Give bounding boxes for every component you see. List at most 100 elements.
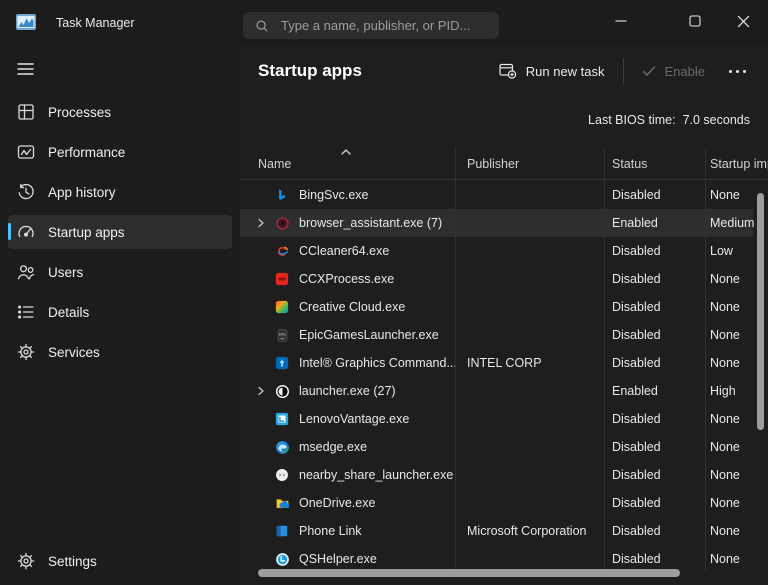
- sidebar-settings-wrap: Settings: [0, 544, 240, 584]
- vertical-scrollbar[interactable]: [757, 193, 764, 430]
- details-icon: [16, 302, 36, 322]
- cell-startup-impact: None: [705, 440, 768, 454]
- selected-indicator: [8, 223, 11, 240]
- launcher-icon: [274, 383, 290, 399]
- task-manager-logo-icon: [16, 14, 36, 30]
- sidebar-item-app-history[interactable]: App history: [8, 175, 232, 209]
- sidebar-nav: Processes Performance App history Startu…: [0, 95, 240, 375]
- search-icon: [255, 19, 269, 33]
- startup-apps-icon: [16, 222, 36, 242]
- cell-status: Disabled: [604, 552, 705, 566]
- creative-cloud-icon: [274, 299, 290, 315]
- cell-name: LenovoVantage.exe: [240, 411, 455, 427]
- sidebar: Processes Performance App history Startu…: [0, 44, 240, 585]
- table-row[interactable]: CCXProcess.exe Disabled None: [240, 265, 768, 293]
- svg-text:EPIC: EPIC: [278, 332, 286, 336]
- header-actions: Run new task Enable: [491, 57, 756, 85]
- column-divider: [455, 148, 456, 571]
- cell-status: Disabled: [604, 328, 705, 342]
- table-row[interactable]: BingSvc.exe Disabled None: [240, 181, 768, 209]
- search-input[interactable]: Type a name, publisher, or PID...: [243, 12, 499, 39]
- run-new-task-label: Run new task: [526, 64, 605, 79]
- task-manager-window: Task Manager Type a name, publisher, or …: [0, 0, 768, 585]
- sidebar-item-performance[interactable]: Performance: [8, 135, 232, 169]
- msedge-icon: [274, 439, 290, 455]
- ellipsis-icon: [729, 70, 732, 73]
- last-bios-label: Last BIOS time:: [588, 113, 676, 127]
- cell-status: Disabled: [604, 244, 705, 258]
- new-window-plus-icon: [499, 63, 517, 79]
- phone-link-icon: [274, 523, 290, 539]
- services-icon: [16, 342, 36, 362]
- cell-publisher: INTEL CORP: [455, 356, 604, 370]
- table-row[interactable]: OneDrive.exe Disabled None: [240, 489, 768, 517]
- onedrive-icon: [274, 495, 290, 511]
- cell-startup-impact: None: [705, 524, 768, 538]
- performance-icon: [16, 142, 36, 162]
- cell-status: Disabled: [604, 300, 705, 314]
- cell-status: Disabled: [604, 412, 705, 426]
- column-divider: [705, 148, 706, 571]
- page-title: Startup apps: [258, 61, 362, 81]
- chevron-right-icon[interactable]: [256, 386, 274, 396]
- table-row[interactable]: browser_assistant.exe (7) Enabled Medium: [240, 209, 768, 237]
- table-row[interactable]: Creative Cloud.exe Disabled None: [240, 293, 768, 321]
- processes-icon: [16, 102, 36, 122]
- cell-status: Disabled: [604, 188, 705, 202]
- run-new-task-button[interactable]: Run new task: [491, 57, 613, 85]
- table-row[interactable]: Intel® Graphics Command... INTEL CORP Di…: [240, 349, 768, 377]
- cell-name: Phone Link: [240, 523, 455, 539]
- sidebar-item-users[interactable]: Users: [8, 255, 232, 289]
- table-row[interactable]: LenovoVantage.exe Disabled None: [240, 405, 768, 433]
- enable-label: Enable: [665, 64, 705, 79]
- cell-status: Enabled: [604, 384, 705, 398]
- table-row[interactable]: EPIC EpicGamesLauncher.exe Disabled None: [240, 321, 768, 349]
- page-header: Startup apps Run new task Enable: [240, 55, 768, 87]
- column-header-status[interactable]: Status: [604, 148, 705, 179]
- enable-button[interactable]: Enable: [634, 58, 713, 85]
- column-header-startup-impact[interactable]: Startup impact: [705, 148, 768, 179]
- horizontal-scrollbar[interactable]: [258, 569, 680, 577]
- table-row[interactable]: launcher.exe (27) Enabled High: [240, 377, 768, 405]
- table-row[interactable]: msedge.exe Disabled None: [240, 433, 768, 461]
- users-icon: [16, 262, 36, 282]
- table-row[interactable]: C CCleaner64.exe Disabled Low: [240, 237, 768, 265]
- cell-status: Disabled: [604, 356, 705, 370]
- cell-name: QSHelper.exe: [240, 551, 455, 567]
- sort-ascending-icon: [340, 148, 352, 156]
- checkmark-icon: [642, 65, 656, 77]
- cell-status: Disabled: [604, 524, 705, 538]
- cell-status: Disabled: [604, 440, 705, 454]
- nearby-share-icon: [274, 467, 290, 483]
- column-header-publisher[interactable]: Publisher: [455, 148, 604, 179]
- close-button[interactable]: [725, 6, 761, 36]
- cell-startup-impact: None: [705, 496, 768, 510]
- app-history-icon: [16, 182, 36, 202]
- maximize-button[interactable]: [677, 6, 713, 36]
- epic-games-icon: EPIC: [274, 327, 290, 343]
- browser-assistant-icon: [274, 215, 290, 231]
- cell-name: msedge.exe: [240, 439, 455, 455]
- cell-status: Disabled: [604, 468, 705, 482]
- sidebar-item-startup-apps[interactable]: Startup apps: [8, 215, 232, 249]
- navigation-menu-button[interactable]: [8, 54, 44, 84]
- qshelper-icon: [274, 551, 290, 567]
- cell-startup-impact: None: [705, 552, 768, 566]
- ccleaner-icon: C: [274, 243, 290, 259]
- cell-status: Disabled: [604, 272, 705, 286]
- sidebar-item-settings[interactable]: Settings: [8, 544, 232, 578]
- sidebar-item-processes[interactable]: Processes: [8, 95, 232, 129]
- minimize-button[interactable]: [603, 6, 639, 36]
- header-divider: [623, 58, 624, 84]
- last-bios-value: 7.0 seconds: [683, 113, 750, 127]
- table-header: Name Publisher Status Startup impact: [240, 148, 768, 180]
- cell-status: Disabled: [604, 496, 705, 510]
- chevron-right-icon[interactable]: [256, 218, 274, 228]
- sidebar-item-details[interactable]: Details: [8, 295, 232, 329]
- cell-name: browser_assistant.exe (7): [240, 215, 455, 231]
- more-options-button[interactable]: [719, 62, 756, 81]
- gear-icon: [16, 551, 36, 571]
- sidebar-item-services[interactable]: Services: [8, 335, 232, 369]
- table-row[interactable]: nearby_share_launcher.exe Disabled None: [240, 461, 768, 489]
- table-row[interactable]: Phone Link Microsoft Corporation Disable…: [240, 517, 768, 545]
